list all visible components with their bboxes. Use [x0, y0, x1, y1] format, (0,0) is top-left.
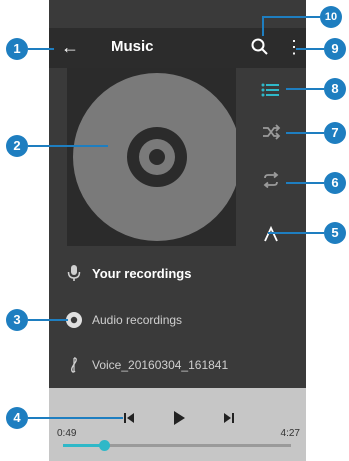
skip-previous-icon [124, 413, 134, 423]
search-button[interactable] [249, 36, 271, 58]
list-button[interactable] [236, 70, 306, 110]
callout-line-10 [262, 16, 320, 18]
list-header-label: Your recordings [92, 266, 192, 281]
elapsed-time: 0:49 [57, 428, 77, 439]
callout-5: 5 [324, 222, 346, 244]
callout-3: 3 [6, 309, 28, 331]
callout-10: 10 [320, 6, 342, 28]
callout-line-2 [28, 145, 108, 147]
back-button[interactable]: ← [61, 36, 83, 58]
callout-9: 9 [324, 38, 346, 60]
callout-line-4 [28, 417, 123, 419]
music-note-icon [70, 357, 77, 373]
album-art [67, 68, 252, 246]
collapse-button[interactable] [236, 214, 306, 254]
more-vertical-icon: ⋮ [285, 37, 303, 57]
repeat-button[interactable] [236, 160, 306, 200]
arrow-left-icon: ← [61, 37, 79, 57]
callout-8: 8 [324, 78, 346, 100]
top-app-bar: ← Music ⋮ [49, 28, 306, 68]
seek-bar-progress [63, 444, 105, 447]
list-item[interactable]: Audio recordings [49, 299, 306, 343]
list-icon [261, 83, 279, 97]
play-button[interactable] [167, 406, 191, 430]
seek-bar-thumb[interactable] [99, 440, 111, 451]
chevron-up-icon [264, 226, 278, 242]
callout-line-8 [286, 88, 324, 90]
seek-bar[interactable] [63, 440, 291, 451]
callout-line-1 [28, 48, 54, 50]
next-button[interactable] [217, 406, 241, 430]
repeat-icon [263, 172, 279, 188]
skip-next-icon [224, 413, 234, 423]
callout-6: 6 [324, 172, 346, 194]
list-item-label: Audio recordings [92, 313, 183, 327]
callout-2: 2 [6, 135, 28, 157]
recordings-list: Your recordings Audio recordings Voice_2… [49, 252, 306, 388]
callout-4: 4 [6, 407, 28, 429]
callout-line-6 [286, 182, 324, 184]
search-icon [251, 38, 268, 55]
list-header: Your recordings [49, 252, 306, 296]
mini-player: 0:49 4:27 [49, 388, 306, 461]
side-controls [236, 68, 306, 258]
phone-screen: ← Music ⋮ Your recordings Audio recordin… [49, 0, 306, 461]
more-options-button[interactable]: ⋮ [285, 36, 303, 58]
callout-1: 1 [6, 38, 28, 60]
callout-line-7 [286, 132, 324, 134]
callout-line-9 [296, 48, 324, 50]
shuffle-icon [263, 124, 281, 140]
microphone-icon [67, 265, 81, 281]
callout-line-3 [28, 319, 68, 321]
list-item-label: Voice_20160304_161841 [92, 358, 229, 372]
total-time: 4:27 [280, 428, 300, 439]
callout-7: 7 [324, 122, 346, 144]
disc-icon [73, 73, 241, 241]
list-item[interactable]: Voice_20160304_161841 [49, 344, 306, 388]
callout-line-5 [268, 232, 324, 234]
play-icon [174, 411, 185, 425]
page-title: Music [111, 38, 154, 55]
callout-line-10-vertical [262, 16, 264, 36]
